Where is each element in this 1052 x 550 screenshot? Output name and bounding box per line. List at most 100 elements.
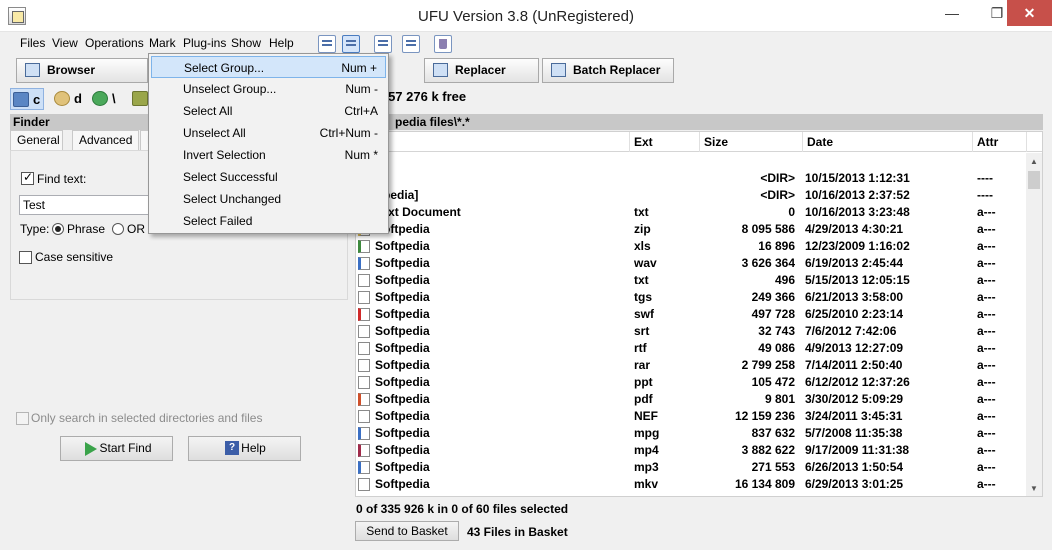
batch-replacer-label: Batch Replacer — [573, 63, 661, 77]
file-ext: txt — [634, 205, 649, 219]
scroll-up-icon[interactable]: ▲ — [1030, 157, 1038, 166]
mark-menu-item[interactable]: Unselect All Ctrl+Num - — [151, 122, 386, 144]
file-icon — [358, 427, 370, 440]
replacer-icon — [433, 63, 448, 77]
mark-menu-item[interactable]: Select Successful — [151, 166, 386, 188]
basket-count: 43 Files in Basket — [467, 525, 568, 539]
phrase-radio[interactable] — [52, 223, 64, 235]
minimize-button[interactable]: — — [930, 0, 974, 26]
network-drive-label: \ — [112, 91, 116, 106]
mark-menu-item[interactable]: Select Failed — [151, 210, 386, 232]
file-name: Softpedia — [375, 375, 430, 389]
send-to-basket-button[interactable]: Send to Basket — [355, 521, 459, 541]
drive-d-button[interactable]: d — [54, 88, 82, 110]
tab-general[interactable]: General — [10, 130, 63, 150]
column-header-attr[interactable]: Attr — [973, 132, 1027, 152]
details-view-icon[interactable] — [342, 35, 360, 53]
mark-menu-item-label: Select Failed — [183, 214, 253, 228]
mark-menu-item[interactable]: Invert Selection Num * — [151, 144, 386, 166]
mark-menu-item[interactable]: Unselect Group... Num - — [151, 78, 386, 100]
table-row[interactable]: Softpedia pdf 9 801 3/30/2012 5:09:29 a--- — [356, 391, 1026, 408]
find-text-input[interactable]: Test — [19, 195, 154, 215]
file-name: Softpedia — [375, 324, 430, 338]
start-find-button[interactable]: Start Find — [60, 436, 173, 461]
menu-files[interactable]: Files — [20, 36, 45, 50]
table-row[interactable]: Softpedia mp3 271 553 6/26/2013 1:50:54 a--- — [356, 459, 1026, 476]
table-row[interactable]: Softpedia tgs 249 366 6/21/2013 3:58:00 a--- — [356, 289, 1026, 306]
basket-icon[interactable] — [434, 35, 452, 53]
file-name: Softpedia — [375, 307, 430, 321]
file-icon — [358, 444, 370, 457]
table-row[interactable]: Softpedia xls 16 896 12/23/2009 1:16:02 a--- — [356, 238, 1026, 255]
file-date: 10/16/2013 2:37:52 — [805, 188, 910, 202]
file-date: 10/16/2013 3:23:48 — [805, 205, 910, 219]
scroll-thumb[interactable] — [1028, 171, 1040, 189]
browser-label: Browser — [47, 63, 96, 77]
close-button[interactable]: ✕ — [1007, 0, 1052, 26]
menu-show[interactable]: Show — [231, 36, 261, 50]
file-ext: mkv — [634, 477, 659, 491]
file-attr: a--- — [977, 256, 996, 270]
file-attr: a--- — [977, 460, 996, 474]
drive-icon — [132, 91, 148, 106]
file-attr: a--- — [977, 358, 996, 372]
file-date: 7/6/2012 7:42:06 — [805, 324, 897, 338]
network-icon — [92, 91, 108, 106]
mark-menu-item[interactable]: Select Unchanged — [151, 188, 386, 210]
column-header-name[interactable]: e — [356, 132, 630, 152]
table-row[interactable]: s]<DIR>10/15/2013 1:12:31---- — [356, 170, 1026, 187]
table-row[interactable]: Softpedia wav 3 626 364 6/19/2013 2:45:44 a-… — [356, 255, 1026, 272]
menu-plugins[interactable]: Plug-ins — [183, 36, 226, 50]
mark-menu-item-label: Select Successful — [183, 170, 278, 184]
table-row[interactable]: Softpedia txt 496 5/15/2013 12:05:15 a--- — [356, 272, 1026, 289]
table-row[interactable]: Softpedia srt 32 743 7/6/2012 7:42:06 a--- — [356, 323, 1026, 340]
column-header-date[interactable]: Date — [803, 132, 973, 152]
list-view-icon[interactable] — [318, 35, 336, 53]
vertical-scrollbar[interactable]: ▲ ▼ — [1026, 153, 1042, 496]
star-icon[interactable] — [402, 35, 420, 53]
table-row[interactable]: Softpedia mp4 3 882 622 9/17/2009 11:31:38 a… — [356, 442, 1026, 459]
file-date: 6/29/2013 3:01:25 — [805, 477, 904, 491]
drive-c-button[interactable]: c — [10, 88, 44, 110]
type-label: Type: — [20, 222, 50, 236]
table-row[interactable]: Softpedia NEF 12 159 236 3/24/2011 3:45:31 a… — [356, 408, 1026, 425]
file-date: 3/24/2011 3:45:31 — [805, 409, 903, 423]
table-row[interactable]: Softpedia zip 8 095 586 4/29/2013 4:30:21 a-… — [356, 221, 1026, 238]
mark-menu-item[interactable]: Select Group... Num + — [151, 56, 386, 78]
network-drive-button[interactable]: \ — [92, 88, 116, 110]
or-radio[interactable] — [112, 223, 124, 235]
table-row[interactable]: Softpedia mpg 837 632 5/7/2008 11:35:38 a--- — [356, 425, 1026, 442]
file-size: 32 743 — [758, 324, 795, 338]
scroll-down-icon[interactable]: ▼ — [1030, 484, 1038, 493]
menu-help[interactable]: Help — [269, 36, 294, 50]
file-date: 5/7/2008 11:35:38 — [805, 426, 903, 440]
mark-menu-item[interactable]: Select All Ctrl+A — [151, 100, 386, 122]
tab-advanced[interactable]: Advanced — [72, 130, 139, 150]
file-size: <DIR> — [760, 188, 795, 202]
column-header-ext[interactable]: Ext — [630, 132, 700, 152]
file-icon — [358, 393, 370, 406]
column-header-size[interactable]: Size — [700, 132, 803, 152]
help-button[interactable]: ? Help — [188, 436, 301, 461]
file-date: 9/17/2009 11:31:38 — [805, 443, 910, 457]
table-row[interactable]: Softpedia mkv 16 134 809 6/29/2013 3:01:25 a… — [356, 476, 1026, 493]
batch-replacer-mode-button[interactable]: Batch Replacer — [542, 58, 674, 83]
file-name: Softpedia — [375, 256, 430, 270]
menu-mark[interactable]: Mark — [149, 36, 176, 50]
checklist-icon[interactable] — [374, 35, 392, 53]
table-row[interactable]: Softpedia rtf 49 086 4/9/2013 12:27:09 a--- — [356, 340, 1026, 357]
table-row[interactable]: Softpedia rar 2 799 258 7/14/2011 2:50:40 a-… — [356, 357, 1026, 374]
table-row[interactable]: Softpedia swf 497 728 6/25/2010 2:23:14 a--- — [356, 306, 1026, 323]
batch-replacer-icon — [551, 63, 566, 77]
menu-operations[interactable]: Operations — [85, 36, 144, 50]
file-attr: a--- — [977, 409, 996, 423]
replacer-mode-button[interactable]: Replacer — [424, 58, 539, 83]
table-row[interactable]: Text Document txt 0 10/16/2013 3:23:48 a--- — [356, 204, 1026, 221]
browser-mode-button[interactable]: Browser — [16, 58, 148, 83]
file-date: 3/30/2012 5:09:29 — [805, 392, 904, 406]
find-text-checkbox[interactable] — [21, 170, 34, 185]
table-row[interactable]: Softpedia ppt 105 472 6/12/2012 12:37:26 a--… — [356, 374, 1026, 391]
table-row[interactable]: ftpedia] <DIR> 10/16/2013 2:37:52 ---- — [356, 187, 1026, 204]
menu-view[interactable]: View — [52, 36, 78, 50]
case-sensitive-checkbox[interactable] — [19, 251, 32, 264]
